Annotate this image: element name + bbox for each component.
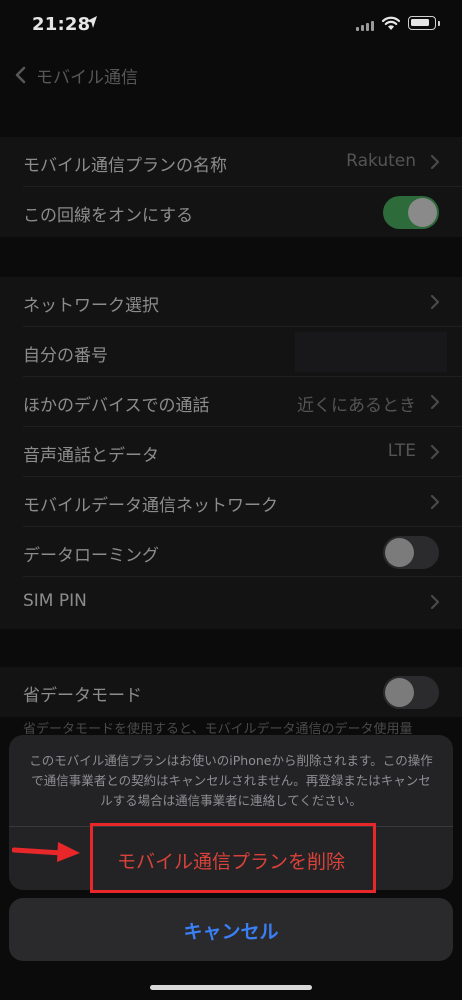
data-roaming-row: データローミング: [0, 527, 462, 577]
data-roaming-toggle[interactable]: [383, 536, 439, 569]
network-group: ネットワーク選択 自分の番号 ほかのデバイスでの通話 近くにあるとき 音声通話と…: [0, 277, 462, 629]
network-selection-row[interactable]: ネットワーク選択: [0, 277, 462, 327]
cellular-signal-icon: [356, 21, 378, 31]
chevron-right-icon: [430, 594, 440, 610]
mobile-data-network-label: モバイルデータ通信ネットワーク: [23, 496, 278, 516]
battery-icon: [408, 16, 440, 30]
chevron-right-icon: [430, 444, 440, 460]
line-enable-label: この回線をオンにする: [23, 206, 194, 226]
chevron-left-icon[interactable]: [14, 66, 26, 84]
chevron-right-icon: [430, 294, 440, 310]
action-sheet-message: このモバイル通信プランはお使いのiPhoneから削除されます。この操作で通信事業…: [29, 753, 433, 808]
low-data-mode-row: 省データモード: [0, 667, 462, 717]
status-time: 21:28: [32, 14, 91, 35]
line-enable-row: この回線をオンにする: [0, 187, 462, 237]
plan-name-value: Rakuten: [346, 151, 416, 171]
network-selection-label: ネットワーク選択: [23, 296, 159, 316]
chevron-right-icon: [430, 154, 440, 170]
back-button-label[interactable]: モバイル通信: [36, 63, 138, 88]
home-indicator[interactable]: [150, 985, 312, 990]
voice-data-row[interactable]: 音声通話とデータ LTE: [0, 427, 462, 477]
low-data-group: 省データモード: [0, 667, 462, 717]
navigation-bar: モバイル通信: [0, 52, 462, 98]
location-arrow-icon: [87, 16, 97, 28]
sim-pin-row[interactable]: SIM PIN: [0, 577, 462, 627]
highlight-box: [90, 823, 376, 893]
plan-name-row[interactable]: モバイル通信プランの名称 Rakuten: [0, 137, 462, 187]
sim-pin-label: SIM PIN: [23, 591, 87, 611]
cancel-label: キャンセル: [183, 922, 279, 943]
data-roaming-label: データローミング: [23, 546, 159, 566]
calls-other-devices-label: ほかのデバイスでの通話: [23, 396, 210, 416]
my-number-label: 自分の番号: [23, 346, 108, 366]
calls-other-devices-value: 近くにあるとき: [297, 396, 416, 416]
plan-group: モバイル通信プランの名称 Rakuten この回線をオンにする: [0, 137, 462, 237]
low-data-mode-toggle[interactable]: [383, 676, 439, 709]
my-number-row[interactable]: 自分の番号: [0, 327, 462, 377]
status-bar: 21:28: [0, 0, 462, 52]
voice-data-label: 音声通話とデータ: [23, 446, 159, 466]
my-number-redacted: [295, 332, 447, 372]
chevron-right-icon: [430, 394, 440, 410]
red-arrow-icon: [12, 842, 80, 862]
wifi-icon: [381, 16, 401, 30]
cancel-button[interactable]: キャンセル: [9, 898, 453, 961]
plan-name-label: モバイル通信プランの名称: [23, 156, 227, 176]
calls-other-devices-row[interactable]: ほかのデバイスでの通話 近くにあるとき: [0, 377, 462, 427]
line-enable-toggle[interactable]: [383, 196, 439, 229]
mobile-data-network-row[interactable]: モバイルデータ通信ネットワーク: [0, 477, 462, 527]
low-data-mode-label: 省データモード: [23, 686, 142, 706]
chevron-right-icon: [430, 494, 440, 510]
cellular-settings-screen: 21:28 モバイル通信 モバイル通信プランの名称 Rakuten この回線をオ…: [0, 0, 462, 1000]
voice-data-value: LTE: [387, 441, 416, 461]
